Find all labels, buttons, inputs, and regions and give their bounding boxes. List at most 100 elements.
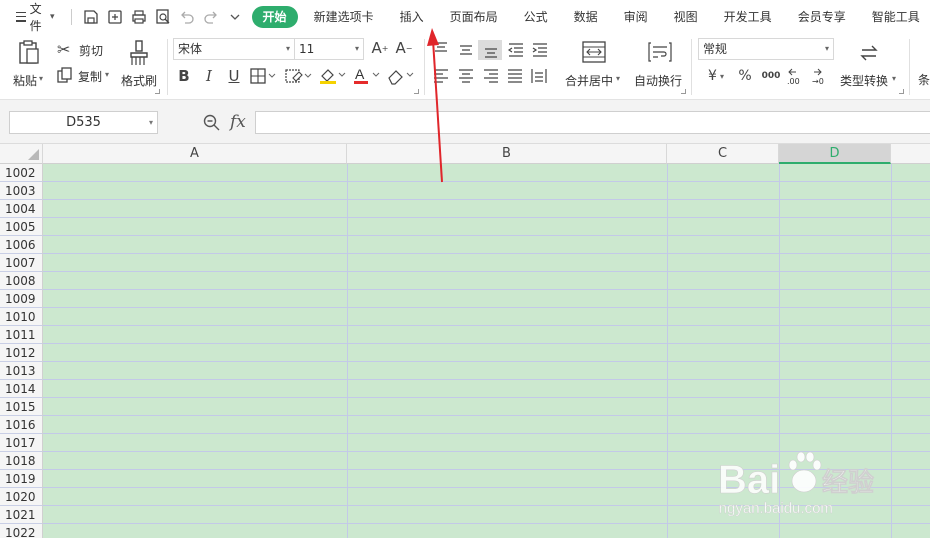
- number-format-select[interactable]: 常规 ▾: [698, 38, 834, 60]
- column-header-a[interactable]: A: [43, 144, 347, 164]
- formula-input[interactable]: [255, 111, 930, 134]
- divider: [70, 8, 72, 25]
- row-gridline: [43, 307, 930, 308]
- row-header[interactable]: 1010: [0, 308, 43, 326]
- tab-new[interactable]: 新建选项卡: [301, 6, 387, 28]
- row-header[interactable]: 1022: [0, 524, 43, 538]
- zoom-search-icon[interactable]: [203, 114, 220, 131]
- thousands-icon[interactable]: 000: [760, 66, 782, 86]
- tab-member[interactable]: 会员专享: [785, 6, 859, 28]
- divider: [424, 39, 425, 95]
- tab-view[interactable]: 视图: [661, 6, 711, 28]
- row-gridline: [43, 343, 930, 344]
- merge-center-button[interactable]: 合并居中 ▾: [562, 37, 624, 97]
- row-header[interactable]: 1002: [0, 164, 43, 182]
- column-header-e[interactable]: [891, 144, 930, 164]
- wrap-text-button[interactable]: 自动换行: [632, 37, 688, 97]
- divider: [691, 39, 692, 95]
- increase-font-icon[interactable]: A +: [371, 39, 389, 57]
- scissors-icon: ✂: [57, 40, 71, 59]
- row-header[interactable]: 1018: [0, 452, 43, 470]
- tab-start[interactable]: 开始: [251, 5, 298, 28]
- font-name-select[interactable]: 宋体 ▾: [173, 38, 295, 60]
- row-header[interactable]: 1012: [0, 344, 43, 362]
- font-size-value: 11: [299, 42, 315, 56]
- dialog-launcher-icon[interactable]: [414, 89, 419, 94]
- percent-icon[interactable]: %: [736, 66, 754, 86]
- name-box[interactable]: D535 ▾: [9, 111, 158, 134]
- row-header[interactable]: 1014: [0, 380, 43, 398]
- vertical-align-group: [435, 40, 547, 60]
- tab-data[interactable]: 数据: [561, 6, 611, 28]
- row-header[interactable]: 1009: [0, 290, 43, 308]
- dialog-launcher-icon[interactable]: [155, 89, 160, 94]
- row-gridline: [43, 271, 930, 272]
- font-color-icon[interactable]: A: [352, 66, 380, 86]
- column-gridline: [347, 164, 348, 538]
- row-header[interactable]: 1011: [0, 326, 43, 344]
- increase-decimal-icon[interactable]: .00: [787, 66, 807, 86]
- decrease-font-icon[interactable]: A −: [395, 39, 413, 57]
- border-icon[interactable]: [250, 67, 276, 85]
- cell-style-icon[interactable]: [285, 67, 313, 85]
- cut-button[interactable]: ✂ 剪切: [57, 40, 103, 59]
- print-icon[interactable]: [130, 8, 148, 26]
- type-convert-button[interactable]: 类型转换 ▾: [838, 37, 900, 97]
- dialog-launcher-icon[interactable]: [681, 89, 686, 94]
- row-gridline: [43, 433, 930, 434]
- select-all-corner[interactable]: [0, 144, 43, 164]
- font-size-select[interactable]: 11 ▾: [294, 38, 364, 60]
- eraser-icon[interactable]: [386, 67, 414, 85]
- tab-smart-tools[interactable]: 智能工具: [859, 6, 930, 28]
- column-header-c[interactable]: C: [667, 144, 779, 164]
- format-painter-button[interactable]: 格式刷: [120, 37, 160, 97]
- copy-button[interactable]: 复制 ▾: [57, 67, 109, 86]
- svg-text:.00: .00: [787, 77, 800, 86]
- file-menu[interactable]: 文件 ▾: [10, 2, 61, 33]
- fill-color-icon[interactable]: [318, 67, 346, 85]
- brush-icon: [130, 40, 148, 65]
- decrease-decimal-icon[interactable]: →0: [812, 66, 832, 86]
- decrease-indent-icon: [507, 43, 523, 57]
- column-header-d[interactable]: D: [779, 144, 891, 164]
- redo-icon[interactable]: [202, 8, 220, 26]
- row-header[interactable]: 1015: [0, 398, 43, 416]
- tab-review[interactable]: 审阅: [611, 6, 661, 28]
- row-header[interactable]: 1021: [0, 506, 43, 524]
- row-gridline: [43, 181, 930, 182]
- row-gridline: [43, 199, 930, 200]
- tab-formula[interactable]: 公式: [511, 6, 561, 28]
- tab-page-layout[interactable]: 页面布局: [437, 6, 511, 28]
- merge-center-label: 合并居中: [565, 74, 614, 88]
- row-header[interactable]: 1005: [0, 218, 43, 236]
- row-header[interactable]: 1007: [0, 254, 43, 272]
- tab-insert[interactable]: 插入: [387, 6, 437, 28]
- row-header[interactable]: 1016: [0, 416, 43, 434]
- row-header[interactable]: 1006: [0, 236, 43, 254]
- more-dropdown-icon[interactable]: [226, 8, 244, 26]
- row-header[interactable]: 1013: [0, 362, 43, 380]
- hamburger-icon: [16, 11, 26, 22]
- conditional-format-label[interactable]: 条: [918, 71, 930, 88]
- currency-icon[interactable]: ¥ ▾: [702, 66, 730, 86]
- dialog-launcher-icon[interactable]: [899, 89, 904, 94]
- bold-icon[interactable]: B: [175, 66, 193, 86]
- tab-developer[interactable]: 开发工具: [711, 6, 785, 28]
- row-header[interactable]: 1004: [0, 200, 43, 218]
- row-header[interactable]: 1020: [0, 488, 43, 506]
- save-icon[interactable]: [82, 8, 100, 26]
- row-header[interactable]: 1003: [0, 182, 43, 200]
- export-icon[interactable]: [106, 8, 124, 26]
- print-preview-icon[interactable]: [154, 8, 172, 26]
- row-header[interactable]: 1008: [0, 272, 43, 290]
- column-header-b[interactable]: B: [347, 144, 667, 164]
- baidu-jingyan-watermark: Bai 经验 jingyan.baidu.com: [718, 451, 874, 517]
- italic-icon[interactable]: I: [200, 66, 218, 86]
- paste-button[interactable]: 粘贴 ▾: [10, 37, 46, 97]
- underline-icon[interactable]: U: [225, 66, 243, 86]
- row-header[interactable]: 1017: [0, 434, 43, 452]
- row-header[interactable]: 1019: [0, 470, 43, 488]
- menu-bar: 文件 ▾ 开始 新建选项卡 插入 页面布局 公式 数据 审阅 视图 开发工具 会…: [0, 0, 930, 33]
- undo-icon[interactable]: [178, 8, 196, 26]
- fx-icon[interactable]: fx: [230, 112, 246, 132]
